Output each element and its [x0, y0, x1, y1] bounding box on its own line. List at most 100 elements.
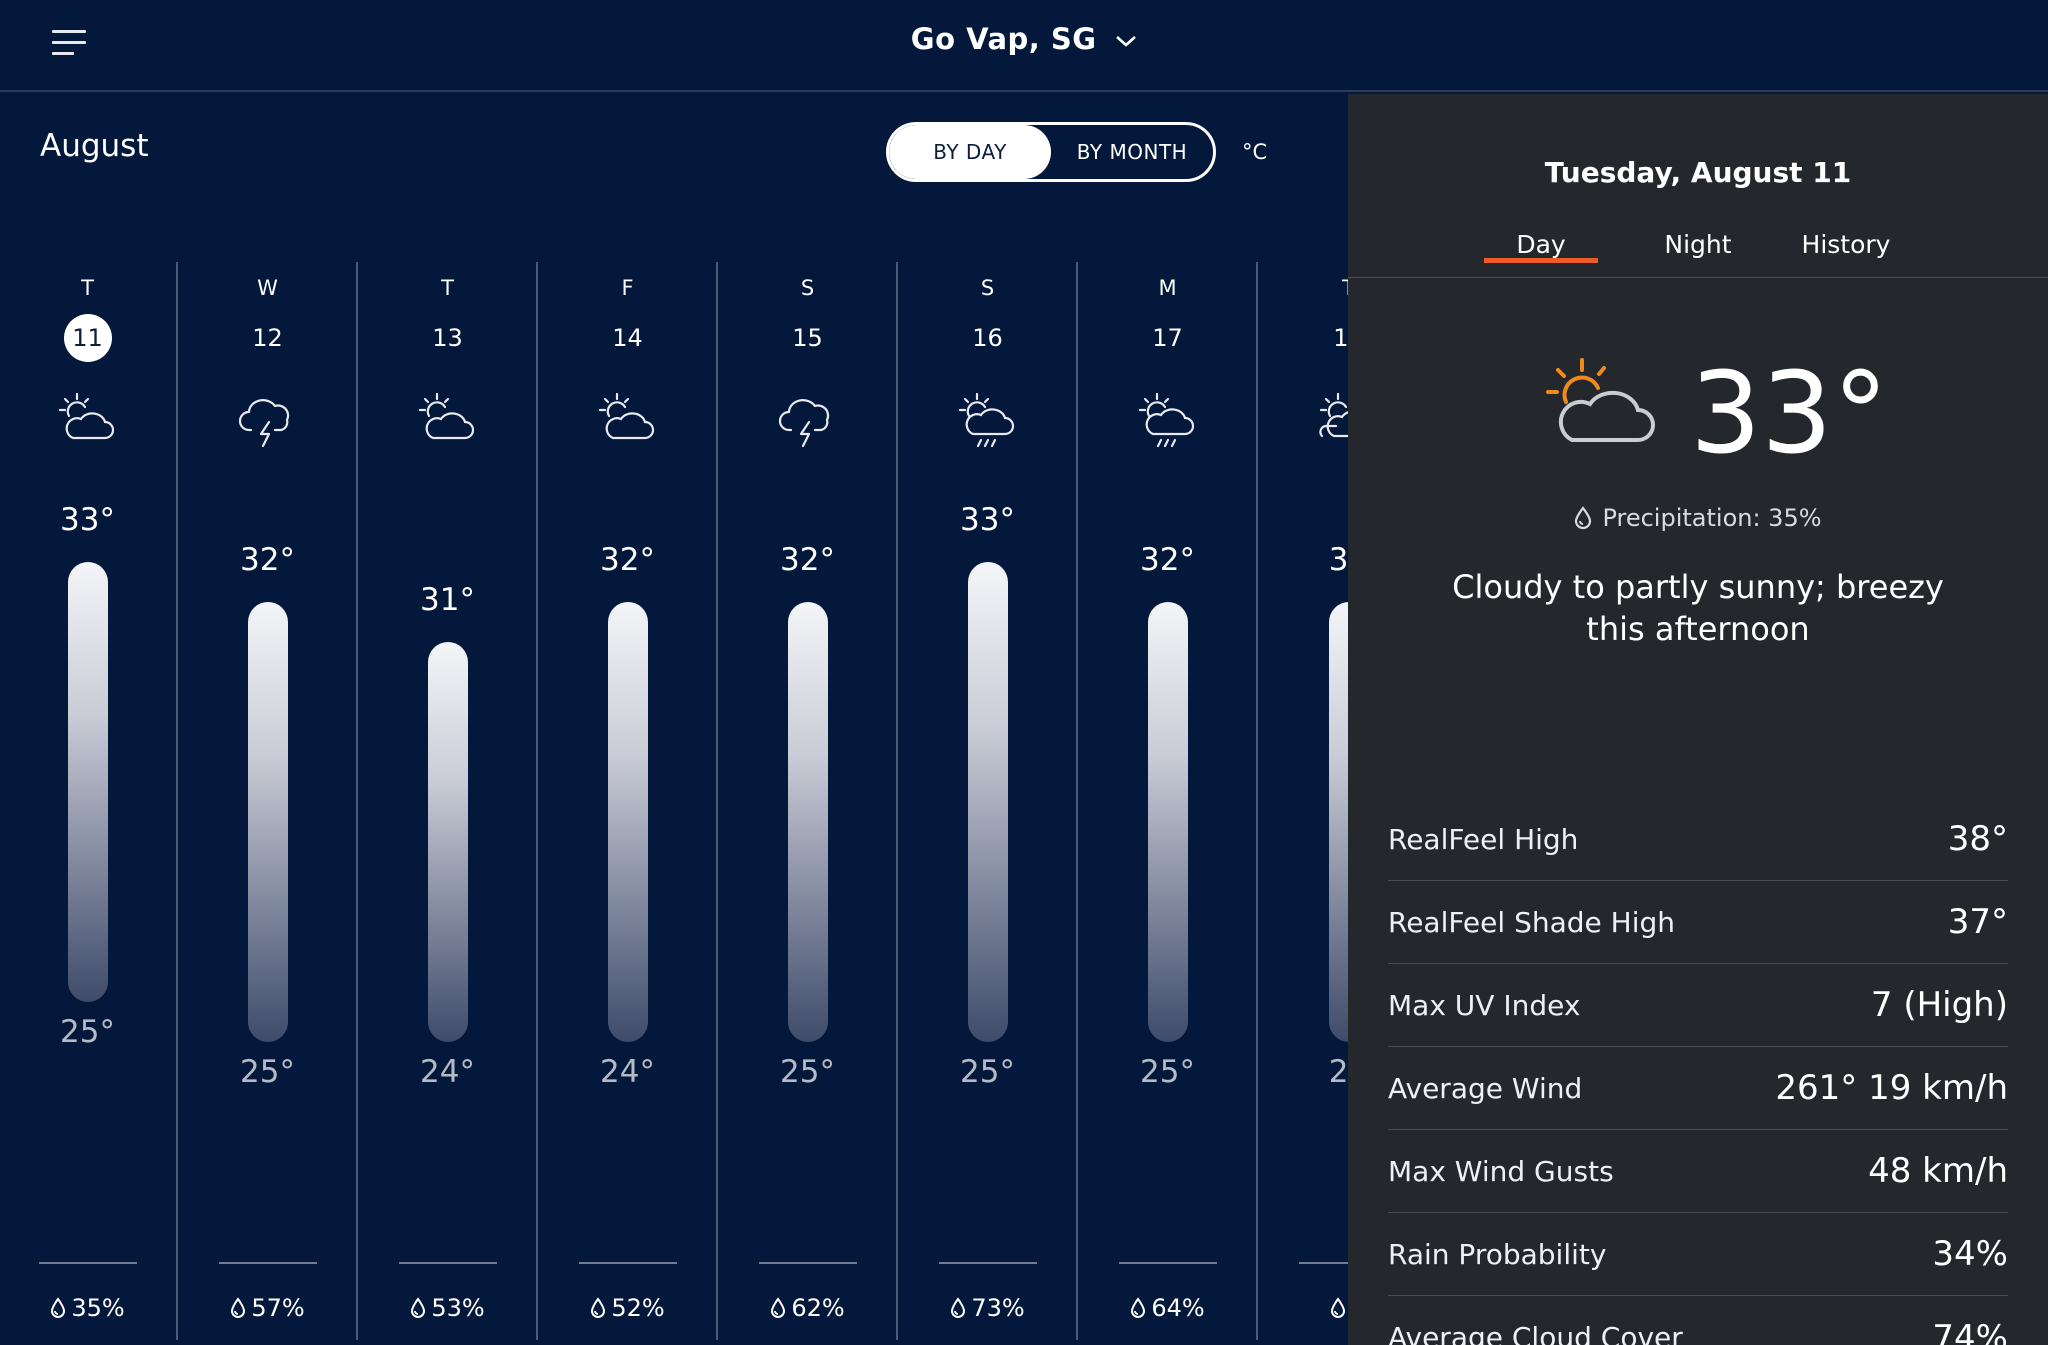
- unit-toggle[interactable]: °C: [1242, 140, 1267, 164]
- precip-chance: 57%: [179, 1294, 356, 1322]
- stat-value: 37°: [1947, 902, 2008, 942]
- day-columns: T 11 33° 25° 35% W 12 32° 25° 57% T 13 31° 24° 53% F 14 3…: [0, 240, 1397, 1345]
- low-temp: 25°: [960, 1054, 1015, 1090]
- sun-showers-icon: [958, 392, 1014, 448]
- raindrop-icon: [411, 1297, 426, 1318]
- day-of-week: W: [257, 276, 278, 300]
- temp-range-bar: [247, 602, 288, 1042]
- stat-label: Rain Probability: [1388, 1237, 1607, 1271]
- stat-label: Average Cloud Cover: [1388, 1321, 1683, 1345]
- precip-chance: 52%: [539, 1294, 716, 1322]
- stat-max-uv-index: Max UV Index 7 (High): [1388, 964, 2008, 1047]
- high-temp: 32°: [780, 542, 835, 578]
- day-date: 15: [792, 324, 823, 352]
- precip-value: 73%: [971, 1294, 1025, 1322]
- partly-sunny-icon: [1546, 358, 1655, 442]
- temp-range-bar: [607, 602, 648, 1042]
- precip-divider: [219, 1262, 317, 1264]
- precip-chance: 53%: [359, 1294, 536, 1322]
- temp-range-bar: [967, 562, 1008, 1042]
- temp-range-bar: [787, 602, 828, 1042]
- detail-precipitation-text: Precipitation: 35%: [1602, 504, 1822, 532]
- day-date: 17: [1152, 324, 1183, 352]
- thunderstorm-icon: [238, 399, 289, 448]
- precip-value: 52%: [611, 1294, 665, 1322]
- day-date: 16: [972, 324, 1003, 352]
- temp-range-bar: [1147, 602, 1188, 1042]
- day-date: 13: [432, 324, 463, 352]
- view-toggle: BY DAY BY MONTH: [886, 122, 1216, 182]
- day-column[interactable]: S 16 33° 25° 73%: [899, 262, 1078, 1340]
- precip-value: 35%: [71, 1294, 125, 1322]
- stat-value: 38°: [1947, 819, 2008, 859]
- weather-description: Cloudy to partly sunny; breezy this afte…: [1452, 568, 1944, 648]
- detail-temperature: 33°: [1690, 349, 1889, 479]
- stat-value: 34%: [1932, 1234, 2008, 1274]
- precip-chance: 35%: [0, 1294, 176, 1322]
- weather-app: Go Vap, SG August BY DAY BY MONTH °C T 11…: [0, 0, 2048, 1345]
- stat-rain-probability: Rain Probability 34%: [1388, 1213, 2008, 1296]
- precip-chance: 73%: [899, 1294, 1076, 1322]
- day-column[interactable]: T 11 33° 25° 35%: [0, 262, 178, 1340]
- precip-divider: [1119, 1262, 1217, 1264]
- low-temp: 25°: [60, 1014, 115, 1050]
- day-column[interactable]: W 12 32° 25° 57%: [179, 262, 358, 1340]
- stat-realfeel-high: RealFeel High 38°: [1388, 798, 2008, 881]
- by-day-button[interactable]: BY DAY: [889, 125, 1051, 179]
- partly-sunny-icon: [598, 392, 654, 440]
- day-date: 14: [612, 324, 643, 352]
- stat-realfeel-shade-high: RealFeel Shade High 37°: [1388, 881, 2008, 964]
- day-date: 12: [252, 324, 283, 352]
- high-temp: 32°: [1140, 542, 1195, 578]
- raindrop-icon: [231, 1297, 246, 1318]
- high-temp: 32°: [600, 542, 655, 578]
- low-temp: 25°: [240, 1054, 295, 1090]
- precip-value: 57%: [251, 1294, 305, 1322]
- precip-divider: [759, 1262, 857, 1264]
- low-temp: 24°: [420, 1054, 475, 1090]
- location-selector[interactable]: Go Vap, SG: [0, 22, 2048, 56]
- stat-value: 48 km/h: [1868, 1151, 2008, 1191]
- precip-chance: 62%: [719, 1294, 896, 1322]
- stat-max-wind-gusts: Max Wind Gusts 48 km/h: [1388, 1130, 2008, 1213]
- by-month-button[interactable]: BY MONTH: [1051, 125, 1213, 179]
- stat-label: RealFeel High: [1388, 822, 1579, 856]
- raindrop-icon: [771, 1297, 786, 1318]
- high-temp: 33°: [960, 502, 1015, 538]
- day-of-week: T: [441, 276, 454, 300]
- day-column[interactable]: T 13 31° 24° 53%: [359, 262, 538, 1340]
- day-column[interactable]: M 17 32° 25° 64%: [1079, 262, 1258, 1340]
- precip-divider: [579, 1262, 677, 1264]
- detail-tabs: Day Night History: [1348, 230, 2048, 278]
- day-column[interactable]: S 15 32° 25° 62%: [719, 262, 898, 1340]
- partly-sunny-icon: [58, 392, 114, 440]
- stat-average-cloud-cover: Average Cloud Cover 74%: [1388, 1296, 2008, 1345]
- temp-range-bar: [427, 642, 468, 1042]
- tab-history[interactable]: History: [1794, 230, 1898, 259]
- thunderstorm-icon: [778, 399, 829, 448]
- precip-divider: [399, 1262, 497, 1264]
- raindrop-icon: [1131, 1297, 1146, 1318]
- location-name: Go Vap, SG: [910, 22, 1097, 56]
- high-temp: 32°: [240, 542, 295, 578]
- stat-label: Average Wind: [1388, 1071, 1583, 1105]
- stat-value: 74%: [1932, 1317, 2008, 1345]
- stat-label: Max Wind Gusts: [1388, 1154, 1614, 1188]
- tab-night[interactable]: Night: [1660, 230, 1736, 259]
- raindrop-icon: [1331, 1297, 1346, 1318]
- high-temp: 33°: [60, 502, 115, 538]
- detail-precipitation: Precipitation: 35%: [1348, 504, 2048, 532]
- precip-value: 53%: [431, 1294, 485, 1322]
- precip-value: 64%: [1151, 1294, 1205, 1322]
- day-column[interactable]: F 14 32° 24° 52%: [539, 262, 718, 1340]
- precip-divider: [939, 1262, 1037, 1264]
- detail-date: Tuesday, August 11: [1544, 156, 1852, 189]
- stat-value: 261° 19 km/h: [1775, 1068, 2008, 1108]
- month-title: August: [40, 128, 149, 164]
- top-bar: Go Vap, SG: [0, 0, 2048, 92]
- raindrop-icon: [1575, 506, 1592, 530]
- precip-value: 62%: [791, 1294, 845, 1322]
- low-temp: 24°: [600, 1054, 655, 1090]
- tab-day[interactable]: Day: [1484, 230, 1598, 263]
- stat-label: Max UV Index: [1388, 988, 1581, 1022]
